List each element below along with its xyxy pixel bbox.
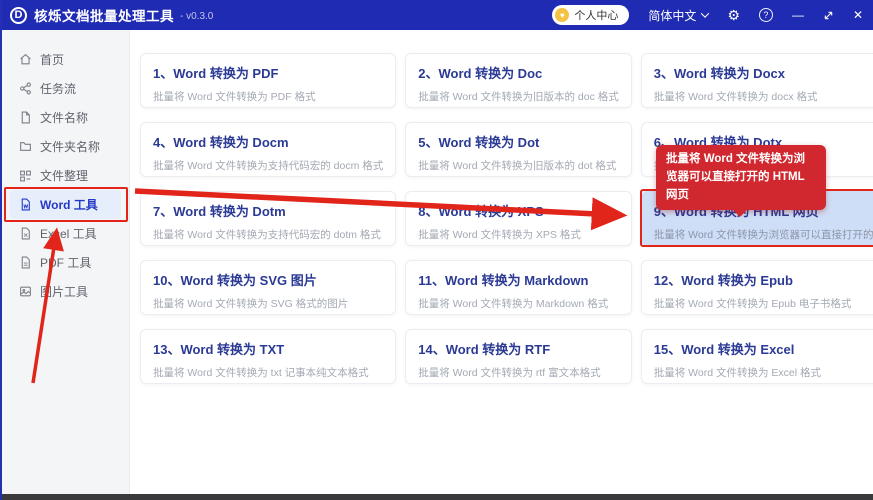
sidebar-item-home[interactable]: 首页 (10, 45, 121, 74)
user-center-button[interactable]: ♥ 个人中心 (552, 5, 630, 25)
sidebar-item-label: 文件整理 (40, 169, 89, 183)
vip-badge-icon: ♥ (555, 8, 570, 22)
chevron-down-icon (701, 9, 710, 18)
card-desc: 批量将 Word 文件转换为旧版本的 dot 格式 (418, 160, 617, 172)
card-desc: 批量将 Word 文件转换为 PDF 格式 (153, 91, 316, 103)
tool-card-word-to-rtf[interactable]: 14、Word 转换为 RTF 批量将 Word 文件转换为 rtf 富文本格式 (405, 329, 632, 384)
card-title: 7、Word 转换为 Dotm (153, 204, 286, 219)
language-label: 简体中文 (648, 8, 697, 23)
sidebar-item-label: 文件名称 (40, 111, 89, 125)
organize-icon (18, 169, 32, 183)
tool-card-word-to-dotm[interactable]: 7、Word 转换为 Dotm 批量将 Word 文件转换为支持代码宏的 dot… (140, 191, 397, 246)
titlebar: D 核烁文档批量处理工具 - v0.3.0 ♥ 个人中心 简体中文 ⚙ ? — … (2, 0, 873, 30)
card-title: 13、Word 转换为 TXT (153, 342, 285, 357)
card-desc: 批量将 Word 文件转换为 docx 格式 (653, 91, 818, 103)
maximize-icon (824, 11, 833, 19)
window-body: 首页 任务流 文件名称 文件夹名称 文件整理 Word 工具 Excel 工具 … (2, 30, 873, 494)
sidebar-item-label: 首页 (40, 53, 65, 67)
card-desc: 批量将 Word 文件转换为支持代码宏的 docm 格式 (153, 160, 384, 172)
user-center-label: 个人中心 (574, 10, 619, 22)
tool-card-word-to-svg[interactable]: 10、Word 转换为 SVG 图片 批量将 Word 文件转换为 SVG 格式… (140, 260, 397, 315)
card-title: 15、Word 转换为 Excel (653, 342, 795, 357)
language-select[interactable]: 简体中文 (648, 7, 710, 24)
tool-card-word-to-doc[interactable]: 2、Word 转换为 Doc 批量将 Word 文件转换为旧版本的 doc 格式 (405, 53, 632, 108)
tool-card-word-to-xps[interactable]: 8、Word 转换为 XPS 批量将 Word 文件转换为 XPS 格式 (405, 191, 632, 246)
sidebar-item-image-tools[interactable]: 图片工具 (10, 277, 121, 306)
app-window: D 核烁文档批量处理工具 - v0.3.0 ♥ 个人中心 简体中文 ⚙ ? — … (0, 0, 873, 500)
tool-card-word-to-dot[interactable]: 5、Word 转换为 Dot 批量将 Word 文件转换为旧版本的 dot 格式 (405, 122, 632, 177)
sidebar-item-excel-tools[interactable]: Excel 工具 (10, 219, 121, 248)
card-title: 3、Word 转换为 Docx (653, 66, 785, 81)
card-desc: 批量将 Word 文件转换为 SVG 格式的图片 (153, 298, 349, 310)
minimize-button[interactable]: — (792, 9, 804, 21)
card-title: 12、Word 转换为 Epub (653, 273, 793, 288)
sidebar-item-label: Word 工具 (40, 198, 98, 212)
card-desc: 批量将 Word 文件转换为 Excel 格式 (653, 367, 821, 379)
card-title: 2、Word 转换为 Doc (418, 66, 543, 81)
card-desc: 批量将 Word 文件转换为旧版本的 doc 格式 (418, 91, 619, 103)
sidebar-item-label: PDF 工具 (40, 256, 92, 270)
app-logo-icon: D (10, 6, 27, 24)
card-desc: 批量将 Word 文件转换为 Markdown 格式 (418, 298, 609, 310)
tool-card-word-to-docx[interactable]: 3、Word 转换为 Docx 批量将 Word 文件转换为 docx 格式 (640, 53, 873, 108)
file-rename-icon (18, 111, 32, 125)
sidebar-item-label: 文件夹名称 (40, 140, 101, 154)
maximize-button[interactable] (823, 10, 834, 21)
sidebar-item-word-tools[interactable]: Word 工具 (4, 187, 128, 222)
pdf-file-icon (18, 256, 32, 270)
card-title: 4、Word 转换为 Docm (153, 135, 289, 150)
word-file-icon (18, 198, 32, 212)
sidebar-item-foldername[interactable]: 文件夹名称 (10, 132, 121, 161)
card-desc: 批量将 Word 文件转换为支持代码宏的 dotm 格式 (153, 229, 381, 241)
window-bottom-edge (2, 494, 873, 500)
card-title: 8、Word 转换为 XPS (418, 204, 544, 219)
card-desc: 批量将 Word 文件转换为 Epub 电子书格式 (653, 298, 852, 310)
tool-card-word-to-txt[interactable]: 13、Word 转换为 TXT 批量将 Word 文件转换为 txt 记事本纯文… (140, 329, 397, 384)
folder-icon (18, 140, 32, 154)
card-title: 10、Word 转换为 SVG 图片 (153, 273, 317, 288)
annotation-tooltip: 批量将 Word 文件转换为浏览器可以直接打开的 HTML 网页 (656, 145, 826, 218)
sidebar-item-label: 任务流 (40, 82, 77, 96)
card-title: 5、Word 转换为 Dot (418, 135, 540, 150)
tool-card-word-to-markdown[interactable]: 11、Word 转换为 Markdown 批量将 Word 文件转换为 Mark… (405, 260, 632, 315)
close-button[interactable]: ✕ (853, 9, 863, 21)
sidebar-item-label: Excel 工具 (40, 227, 97, 241)
tool-card-word-to-excel[interactable]: 15、Word 转换为 Excel 批量将 Word 文件转换为 Excel 格… (640, 329, 873, 384)
flow-share-icon (18, 82, 32, 96)
app-version: - v0.3.0 (180, 10, 214, 22)
titlebar-controls: ♥ 个人中心 简体中文 ⚙ ? — ✕ (552, 5, 863, 25)
excel-file-icon (18, 227, 32, 241)
card-title: 11、Word 转换为 Markdown (418, 273, 589, 288)
sidebar-item-filename[interactable]: 文件名称 (10, 103, 121, 132)
sidebar: 首页 任务流 文件名称 文件夹名称 文件整理 Word 工具 Excel 工具 … (2, 30, 130, 494)
tool-card-word-to-epub[interactable]: 12、Word 转换为 Epub 批量将 Word 文件转换为 Epub 电子书… (640, 260, 873, 315)
card-desc: 批量将 Word 文件转换为浏览器可以直接打开的 HTML 网页 (653, 229, 873, 241)
tool-card-grid: 1、Word 转换为 PDF 批量将 Word 文件转换为 PDF 格式 2、W… (140, 53, 873, 384)
sidebar-item-pdf-tools[interactable]: PDF 工具 (10, 248, 121, 277)
card-title: 1、Word 转换为 PDF (153, 66, 279, 81)
sidebar-item-taskflow[interactable]: 任务流 (10, 74, 121, 103)
sidebar-item-fileorganize[interactable]: 文件整理 (10, 161, 121, 190)
tool-card-word-to-pdf[interactable]: 1、Word 转换为 PDF 批量将 Word 文件转换为 PDF 格式 (140, 53, 397, 108)
main-content: 1、Word 转换为 PDF 批量将 Word 文件转换为 PDF 格式 2、W… (130, 30, 873, 494)
card-title: 14、Word 转换为 RTF (418, 342, 551, 357)
card-desc: 批量将 Word 文件转换为 rtf 富文本格式 (418, 367, 601, 379)
settings-gear-icon[interactable]: ⚙ (727, 8, 740, 22)
card-desc: 批量将 Word 文件转换为 txt 记事本纯文本格式 (153, 367, 369, 379)
home-icon (18, 53, 32, 67)
app-title: 核烁文档批量处理工具 (34, 9, 174, 24)
sidebar-item-label: 图片工具 (40, 285, 89, 299)
help-icon[interactable]: ? (758, 8, 773, 22)
card-desc: 批量将 Word 文件转换为 XPS 格式 (418, 229, 581, 241)
tool-card-word-to-docm[interactable]: 4、Word 转换为 Docm 批量将 Word 文件转换为支持代码宏的 doc… (140, 122, 397, 177)
image-icon (18, 285, 32, 299)
